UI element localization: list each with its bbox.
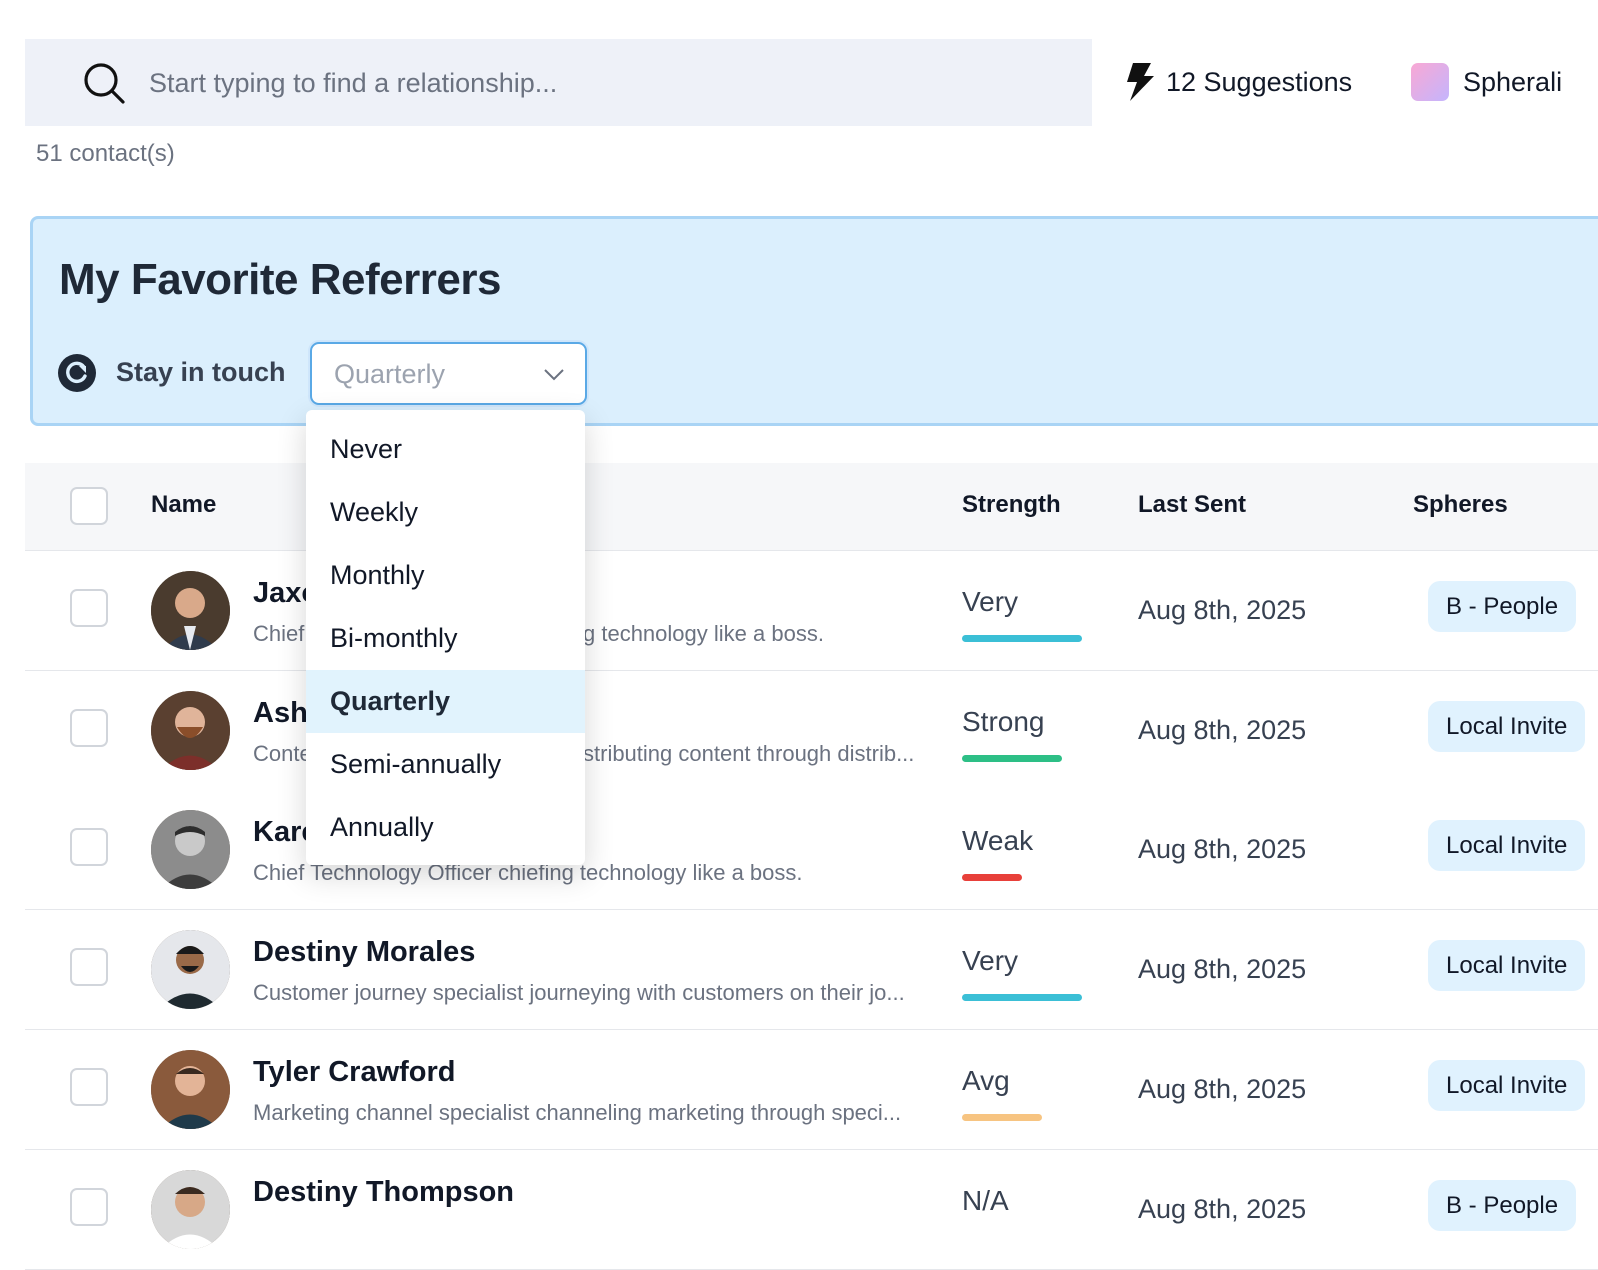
frequency-select[interactable]: Quarterly <box>310 342 587 405</box>
sphere-color-swatch <box>1411 63 1449 101</box>
avatar <box>151 691 230 770</box>
strength-label: Very <box>962 586 1019 617</box>
contact-count: 51 contact(s) <box>36 140 175 167</box>
chevron-down-icon <box>544 369 564 381</box>
last-sent-date: Aug 8th, 2025 <box>1138 834 1307 864</box>
row-checkbox[interactable] <box>70 589 108 627</box>
contact-title: Conte <box>253 741 312 766</box>
avatar <box>151 810 230 889</box>
avatar <box>151 1050 230 1129</box>
strength-bar <box>962 994 1082 1001</box>
last-sent-date: Aug 8th, 2025 <box>1138 1194 1307 1224</box>
search-input[interactable] <box>149 61 1049 105</box>
row-checkbox[interactable] <box>70 709 108 747</box>
option-quarterly[interactable]: Quarterly <box>306 670 585 733</box>
last-sent-date: Aug 8th, 2025 <box>1138 715 1307 745</box>
sphere-badge[interactable]: Local Invite <box>1428 940 1586 991</box>
option-semi-annually[interactable]: Semi-annually <box>306 733 585 796</box>
suggestions-button[interactable]: 12 Suggestions <box>1124 60 1352 104</box>
contact-name[interactable]: Tyler Crawford <box>253 1056 456 1089</box>
row-checkbox[interactable] <box>70 828 108 866</box>
last-sent-date: Aug 8th, 2025 <box>1138 1074 1307 1104</box>
table-row[interactable]: Ash Conte stributing content through dis… <box>25 671 1598 791</box>
search-bar[interactable] <box>25 39 1092 126</box>
select-all-checkbox[interactable] <box>70 487 108 525</box>
contact-name[interactable]: Destiny Thompson <box>253 1176 514 1209</box>
lightning-bolt-icon <box>1127 63 1154 101</box>
column-header-strength[interactable]: Strength <box>962 491 1061 519</box>
table-row[interactable]: Tyler Crawford Marketing channel special… <box>25 1030 1598 1150</box>
table-row[interactable]: Destiny Morales Customer journey special… <box>25 910 1598 1030</box>
sphere-badge[interactable]: Local Invite <box>1428 701 1586 752</box>
strength-label: Strong <box>962 706 1045 737</box>
frequency-select-value: Quarterly <box>334 359 446 389</box>
strength-label: Weak <box>962 825 1034 856</box>
sphere-badge[interactable]: Local Invite <box>1428 820 1586 871</box>
option-monthly[interactable]: Monthly <box>306 544 585 607</box>
avatar <box>151 1170 230 1249</box>
avatar <box>151 930 230 1009</box>
table-header: Name Strength Last Sent Spheres <box>25 463 1598 551</box>
column-header-spheres[interactable]: Spheres <box>1413 491 1508 519</box>
strength-label: N/A <box>962 1185 1009 1216</box>
column-header-last-sent[interactable]: Last Sent <box>1138 491 1246 519</box>
sphere-badge[interactable]: B - People <box>1428 1180 1577 1231</box>
suggestions-label: 12 Suggestions <box>1166 66 1353 97</box>
strength-bar <box>962 635 1082 642</box>
strength-bar <box>962 1114 1042 1121</box>
avatar <box>151 571 230 650</box>
contact-title: Chief <box>253 621 305 646</box>
row-checkbox[interactable] <box>70 1068 108 1106</box>
option-never[interactable]: Never <box>306 418 585 481</box>
option-bi-monthly[interactable]: Bi-monthly <box>306 607 585 670</box>
contact-title: Customer journey specialist journeying w… <box>253 980 905 1005</box>
contact-title-continued: g technology like a boss. <box>583 621 824 646</box>
table-row[interactable]: Destiny Thompson N/A Aug 8th, 2025 B - P… <box>25 1150 1598 1270</box>
last-sent-date: Aug 8th, 2025 <box>1138 954 1307 984</box>
search-icon <box>84 63 125 104</box>
strength-bar <box>962 874 1022 881</box>
strength-bar <box>962 755 1062 762</box>
option-weekly[interactable]: Weekly <box>306 481 585 544</box>
table-row[interactable]: Jaxo Chief g technology like a boss. Ver… <box>25 551 1598 671</box>
row-checkbox[interactable] <box>70 1188 108 1226</box>
stay-in-touch-label: Stay in touch <box>116 357 286 387</box>
frequency-dropdown: Never Weekly Monthly Bi-monthly Quarterl… <box>306 410 585 865</box>
refresh-icon <box>58 354 96 392</box>
group-title: My Favorite Referrers <box>59 255 501 304</box>
spheres-menu-label: Spherali <box>1463 66 1563 97</box>
contact-name[interactable]: Destiny Morales <box>253 936 475 969</box>
column-header-name[interactable]: Name <box>151 491 216 519</box>
group-panel: My Favorite Referrers Stay in touch Quar… <box>30 216 1598 426</box>
sphere-badge[interactable]: B - People <box>1428 581 1577 632</box>
contact-title: Marketing channel specialist channeling … <box>253 1100 902 1125</box>
option-annually[interactable]: Annually <box>306 796 585 859</box>
table-row[interactable]: Kare Chief Technology Officer chiefing t… <box>25 790 1598 910</box>
contact-title-continued: stributing content through distrib... <box>583 741 915 766</box>
strength-label: Very <box>962 945 1019 976</box>
spheres-menu[interactable]: Spherali <box>1411 60 1562 104</box>
last-sent-date: Aug 8th, 2025 <box>1138 595 1307 625</box>
sphere-badge[interactable]: Local Invite <box>1428 1060 1586 1111</box>
strength-label: Avg <box>962 1065 1010 1096</box>
row-checkbox[interactable] <box>70 948 108 986</box>
contact-name[interactable]: Ash <box>253 697 308 730</box>
